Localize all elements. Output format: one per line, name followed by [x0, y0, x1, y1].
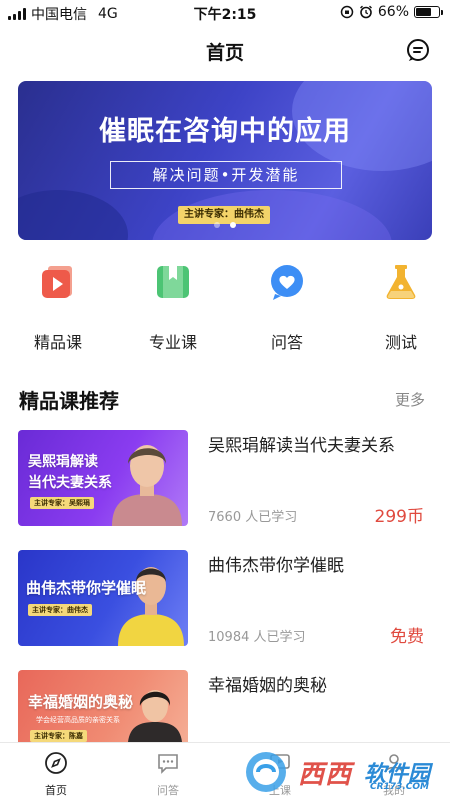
banner-subtitle: 解决问题•开发潜能 [110, 161, 342, 189]
category-grid: 精品课 专业课 问答 测试 [0, 262, 450, 352]
message-icon[interactable] [406, 38, 430, 62]
category-label: 测试 [384, 333, 417, 352]
course-thumbnail: 曲伟杰带你学催眠 主讲专家：曲伟杰 [18, 550, 188, 646]
thumb-expert-tag: 主讲专家：吴熙琄 [30, 497, 94, 509]
course-price: 免费 [390, 627, 424, 647]
course-item[interactable]: 吴熙琄解读 当代夫妻关系 主讲专家：吴熙琄 吴熙琄解读当代夫妻关系 7660 人… [18, 430, 432, 528]
course-title: 吴熙琄解读当代夫妻关系 [208, 436, 395, 456]
banner-title: 催眠在咨询中的应用 [99, 116, 351, 147]
category-label: 专业课 [148, 333, 197, 352]
more-link[interactable]: 更多 [395, 389, 425, 410]
book-icon [157, 266, 189, 298]
battery-percent: 66% [377, 4, 409, 20]
course-learners: 7660 人已学习 [208, 510, 298, 525]
flask-icon [386, 265, 416, 299]
status-bar: 中国电信 4G 下午2:15 66% [0, 0, 450, 26]
category-wenda[interactable]: 问答 [242, 262, 332, 353]
tab-qa[interactable]: 问答 [118, 743, 218, 800]
course-title: 幸福婚姻的奥秘 [208, 676, 327, 696]
alarm-icon [359, 5, 372, 19]
compass-icon [45, 752, 67, 774]
banner-carousel[interactable]: 催眠在咨询中的应用 解决问题•开发潜能 主讲专家：曲伟杰 [18, 81, 432, 240]
thumb-title: 幸福婚姻的奥秘 [28, 693, 134, 711]
tab-label: 首页 [45, 784, 67, 797]
category-label: 精品课 [33, 333, 82, 352]
course-learners: 10984 人已学习 [208, 630, 306, 645]
watermark-brand: 西西 [298, 760, 353, 790]
chat-heart-icon [271, 265, 303, 300]
course-price: 299币 [374, 507, 424, 527]
thumb-expert-tag: 主讲专家：曲伟杰 [28, 604, 92, 616]
thumb-title: 曲伟杰带你学催眠 [26, 579, 147, 597]
carousel-dot[interactable] [214, 222, 220, 228]
tab-home[interactable]: 首页 [6, 743, 106, 800]
tab-label: 问答 [157, 784, 179, 797]
course-item[interactable]: 曲伟杰带你学催眠 主讲专家：曲伟杰 曲伟杰带你学催眠 10984 人已学习 免费 [18, 550, 432, 648]
thumb-subtitle: 学会经营高品质的亲密关系 [36, 716, 120, 724]
course-thumbnail: 吴熙琄解读 当代夫妻关系 主讲专家：吴熙琄 [18, 430, 188, 526]
video-play-icon [42, 266, 72, 298]
speaker-portrait [112, 445, 182, 526]
category-ceshi[interactable]: 测试 [356, 262, 446, 353]
chat-icon [158, 754, 178, 774]
carousel-dots [18, 222, 432, 228]
watermark-logo: 西西 软件园 CR173.COM [236, 748, 446, 796]
orientation-lock-icon [340, 5, 354, 19]
thumb-expert-tag: 主讲专家：陈嘉 [30, 730, 87, 742]
status-right: 66% [340, 4, 443, 20]
banner-decoration [18, 190, 128, 240]
page-title: 首页 [205, 42, 244, 64]
carousel-dot-active[interactable] [230, 222, 236, 228]
battery-icon [414, 6, 443, 18]
category-zhuanyeke[interactable]: 专业课 [128, 262, 218, 353]
section-title: 精品课推荐 [19, 389, 119, 413]
course-item[interactable]: 幸福婚姻的奥秘 学会经营高品质的亲密关系 主讲专家：陈嘉 幸福婚姻的奥秘 [18, 670, 432, 742]
category-label: 问答 [270, 333, 303, 352]
speaker-portrait [118, 567, 184, 646]
thumb-title: 吴熙琄解读 当代夫妻关系 [28, 454, 112, 491]
category-jingpinke[interactable]: 精品课 [13, 262, 103, 353]
watermark-emblem [246, 752, 286, 792]
nav-bar: 首页 [0, 26, 450, 74]
watermark-url: CR173.COM [370, 782, 429, 792]
course-thumbnail: 幸福婚姻的奥秘 学会经营高品质的亲密关系 主讲专家：陈嘉 [18, 670, 188, 742]
course-title: 曲伟杰带你学催眠 [208, 556, 344, 576]
